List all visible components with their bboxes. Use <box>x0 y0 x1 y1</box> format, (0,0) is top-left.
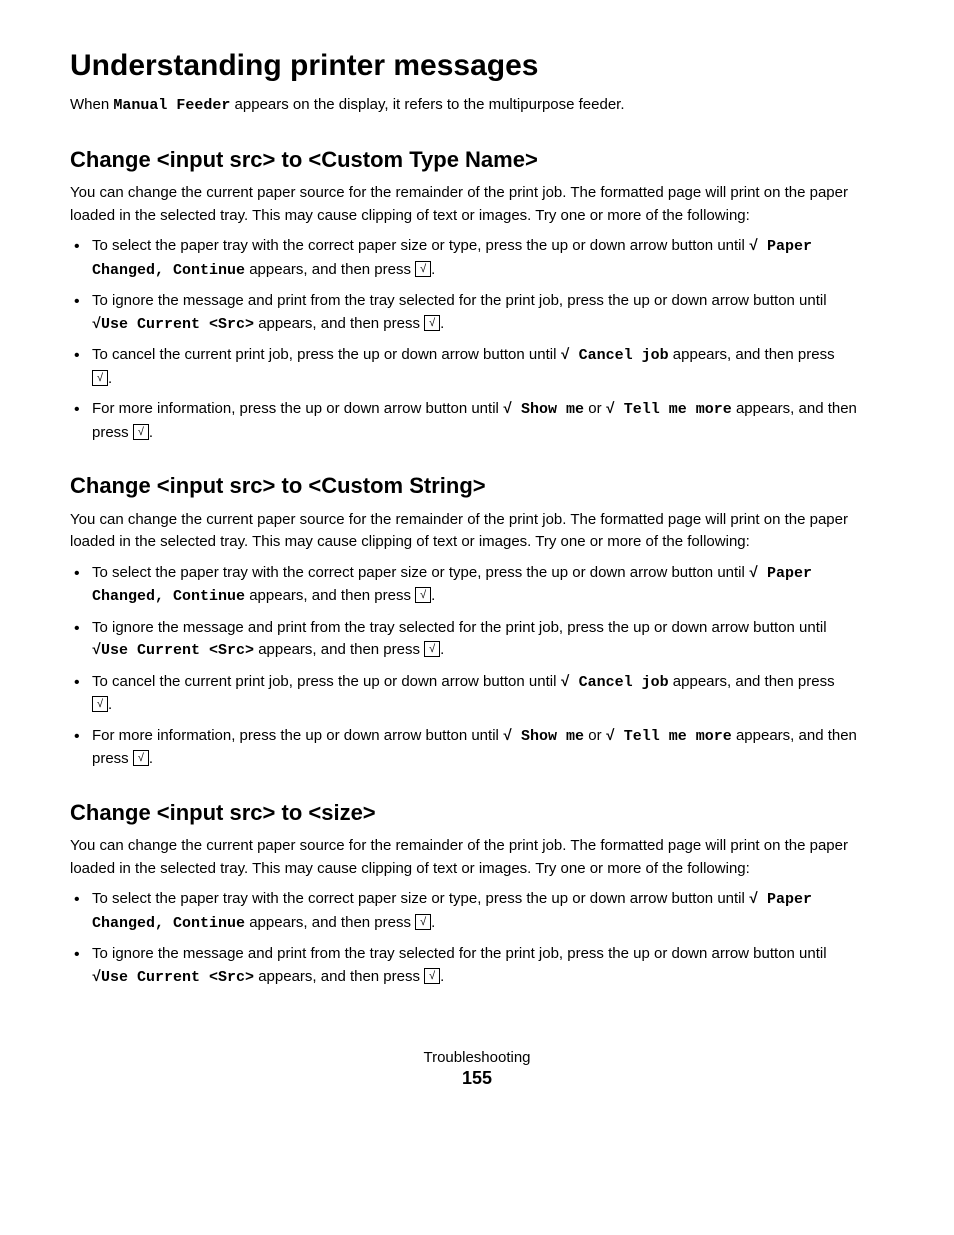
code-label: Paper Changed, Continue <box>92 565 812 606</box>
section-heading-2: Change <input src> to <Custom String> <box>70 472 884 501</box>
checkbox-icon: √ <box>415 914 431 930</box>
check-symbol: √ <box>92 967 101 990</box>
checkbox-icon: √ <box>424 968 440 984</box>
code-label: Use Current <Src> <box>101 642 254 659</box>
list-item: To cancel the current print job, press t… <box>70 671 884 717</box>
intro-paragraph: When Manual Feeder appears on the displa… <box>70 94 884 118</box>
list-item: To select the paper tray with the correc… <box>70 562 884 609</box>
checkbox-icon: √ <box>133 750 149 766</box>
list-item: To ignore the message and print from the… <box>70 943 884 989</box>
list-item: To select the paper tray with the correc… <box>70 235 884 282</box>
check-symbol: √ <box>606 399 615 422</box>
code-label: Cancel job <box>570 347 669 364</box>
page-title: Understanding printer messages <box>70 48 884 84</box>
check-symbol: √ <box>503 399 512 422</box>
check-symbol: √ <box>749 563 758 586</box>
code-label: Paper Changed, Continue <box>92 891 812 932</box>
code-label: Use Current <Src> <box>101 316 254 333</box>
check-symbol: √ <box>606 726 615 749</box>
section-3-body: You can change the current paper source … <box>70 835 884 880</box>
check-symbol: √ <box>749 236 758 259</box>
code-label: Use Current <Src> <box>101 969 254 986</box>
checkbox-icon: √ <box>92 370 108 386</box>
list-item: To ignore the message and print from the… <box>70 617 884 663</box>
section-heading-1: Change <input src> to <Custom Type Name> <box>70 146 884 175</box>
check-symbol: √ <box>92 640 101 663</box>
checkbox-icon: √ <box>424 315 440 331</box>
section-1-list: To select the paper tray with the correc… <box>70 235 884 444</box>
list-item: For more information, press the up or do… <box>70 398 884 444</box>
code-label: Paper Changed, Continue <box>92 238 812 279</box>
code-label: Cancel job <box>570 674 669 691</box>
intro-code: Manual Feeder <box>113 97 230 114</box>
checkbox-icon: √ <box>424 641 440 657</box>
section-1-body: You can change the current paper source … <box>70 182 884 227</box>
code-label: Tell me more <box>615 728 732 745</box>
check-symbol: √ <box>503 726 512 749</box>
section-custom-string: Change <input src> to <Custom String> Yo… <box>70 472 884 771</box>
check-symbol: √ <box>561 672 570 695</box>
checkbox-icon: √ <box>133 424 149 440</box>
section-custom-type-name: Change <input src> to <Custom Type Name>… <box>70 146 884 445</box>
check-symbol: √ <box>749 889 758 912</box>
section-3-list: To select the paper tray with the correc… <box>70 888 884 989</box>
checkbox-icon: √ <box>415 587 431 603</box>
list-item: To ignore the message and print from the… <box>70 290 884 336</box>
section-2-list: To select the paper tray with the correc… <box>70 562 884 771</box>
intro-prefix: When <box>70 96 113 113</box>
section-size: Change <input src> to <size> You can cha… <box>70 799 884 990</box>
list-item: For more information, press the up or do… <box>70 725 884 771</box>
checkbox-icon: √ <box>92 696 108 712</box>
code-label: Show me <box>512 728 584 745</box>
page-footer: Troubleshooting 155 <box>70 1049 884 1089</box>
intro-suffix: appears on the display, it refers to the… <box>230 96 624 113</box>
check-symbol: √ <box>561 345 570 368</box>
list-item: To cancel the current print job, press t… <box>70 344 884 390</box>
code-label: Tell me more <box>615 401 732 418</box>
list-item: To select the paper tray with the correc… <box>70 888 884 935</box>
section-2-body: You can change the current paper source … <box>70 509 884 554</box>
section-heading-3: Change <input src> to <size> <box>70 799 884 828</box>
check-symbol: √ <box>92 314 101 337</box>
code-label: Show me <box>512 401 584 418</box>
checkbox-icon: √ <box>415 261 431 277</box>
footer-page-number: 155 <box>70 1068 884 1089</box>
footer-label: Troubleshooting <box>70 1049 884 1066</box>
